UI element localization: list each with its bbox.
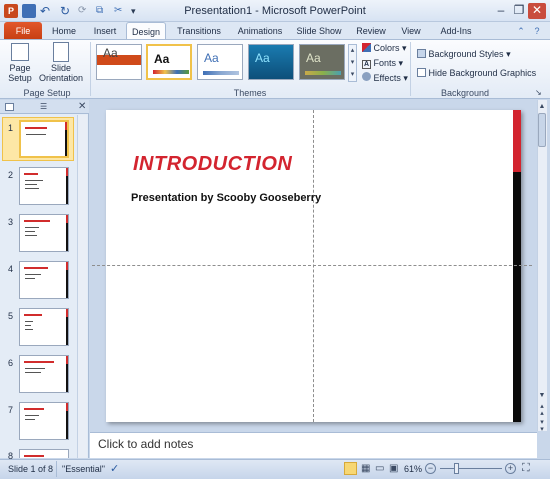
slides-tab-icon[interactable]: [5, 103, 14, 111]
slide-number: 5: [8, 311, 14, 321]
group-label-background: Background: [440, 88, 490, 98]
theme-thumb-3[interactable]: Aa: [197, 44, 243, 80]
slide-number: 1: [8, 123, 14, 133]
previous-slide-icon[interactable]: ▴ ▴: [538, 403, 546, 417]
slide-thumb[interactable]: [19, 167, 69, 205]
tab-slide-show[interactable]: Slide Show: [294, 22, 344, 40]
slide-subtitle[interactable]: Presentation by Scooby Gooseberry: [131, 192, 321, 204]
zoom-slider-track[interactable]: [440, 468, 502, 469]
next-slide-icon[interactable]: ▾ ▾: [538, 419, 546, 433]
minimize-ribbon-icon[interactable]: ⌃: [514, 22, 528, 40]
themes-gallery-scroll[interactable]: ▴ ▾ ▾: [348, 44, 357, 82]
fonts-icon: A: [362, 60, 371, 69]
slide-thumb[interactable]: [19, 355, 69, 393]
guide-vertical[interactable]: [313, 110, 314, 422]
slide-counter: Slide 1 of 8: [8, 464, 54, 474]
slide-number: 4: [8, 264, 14, 274]
tab-review[interactable]: Review: [354, 22, 388, 40]
tab-design[interactable]: Design: [126, 22, 166, 40]
dialog-launcher-icon[interactable]: ↘: [535, 88, 542, 97]
spelling-check-icon[interactable]: ✓: [110, 462, 119, 475]
tab-add-ins[interactable]: Add-Ins: [436, 22, 476, 40]
theme-thumb-4[interactable]: Aa: [248, 44, 294, 80]
notes-placeholder[interactable]: Click to add notes: [98, 437, 193, 451]
minimize-icon[interactable]: –: [492, 3, 510, 19]
theme-thumb-2-selected[interactable]: Aa: [146, 44, 192, 80]
slide-number: 7: [8, 405, 14, 415]
slide-thumb[interactable]: [19, 120, 69, 158]
tab-home[interactable]: Home: [48, 22, 80, 40]
ribbon-separator: [90, 42, 91, 96]
tab-view[interactable]: View: [396, 22, 426, 40]
page-setup-button[interactable]: Page Setup: [4, 41, 36, 83]
window-title: Presentation1 - Microsoft PowerPoint: [184, 5, 366, 17]
guide-horizontal[interactable]: [92, 265, 532, 266]
main-scrollbar[interactable]: [537, 100, 547, 431]
hide-background-graphics-checkbox[interactable]: Hide Background Graphics: [417, 67, 536, 80]
zoom-in-icon[interactable]: +: [505, 463, 516, 474]
slide-thumb[interactable]: [19, 402, 69, 440]
scroll-up-icon[interactable]: ▲: [538, 103, 546, 110]
slide-accent-black-bar: [513, 172, 521, 422]
close-icon[interactable]: ✕: [528, 3, 546, 19]
slide-thumb[interactable]: [19, 214, 69, 252]
status-separator: [56, 461, 57, 477]
theme-thumb-5[interactable]: Aa: [299, 44, 345, 80]
slide-orientation-icon: [53, 42, 69, 62]
help-icon[interactable]: ?: [530, 22, 544, 40]
slide-thumb[interactable]: [19, 308, 69, 346]
scroll-thumb[interactable]: [538, 113, 546, 147]
theme-thumb-1[interactable]: Aa: [96, 44, 142, 80]
reading-view-icon[interactable]: ▭: [375, 463, 384, 474]
slide-number: 6: [8, 358, 14, 368]
fonts-button[interactable]: A Fonts ▾: [362, 57, 403, 70]
outline-tab-icon[interactable]: ☰: [40, 102, 47, 111]
effects-icon: [362, 72, 371, 81]
tab-file[interactable]: File: [4, 22, 42, 40]
checkbox-icon: [417, 68, 426, 77]
effects-button[interactable]: Effects ▾: [362, 72, 408, 85]
scroll-down-icon[interactable]: ▼: [538, 392, 546, 399]
tab-animations[interactable]: Animations: [232, 22, 288, 40]
slides-panel-scrollbar[interactable]: [77, 115, 87, 458]
close-panel-icon[interactable]: ✕: [78, 101, 86, 112]
background-styles-icon: [417, 49, 426, 58]
slide-title[interactable]: INTRODUCTION: [133, 153, 292, 176]
slide-accent-red-bar: [513, 110, 521, 172]
slide-orientation-button[interactable]: Slide Orientation: [38, 41, 84, 83]
ribbon-separator: [410, 42, 411, 96]
slide-sorter-icon[interactable]: ▦: [361, 463, 370, 474]
tab-insert[interactable]: Insert: [88, 22, 122, 40]
slide-thumb[interactable]: [19, 261, 69, 299]
theme-name[interactable]: "Essential": [62, 464, 105, 474]
slide-number: 2: [8, 170, 14, 180]
colors-button[interactable]: Colors ▾: [362, 42, 407, 55]
colors-icon: [362, 43, 371, 52]
group-label-themes: Themes: [233, 88, 267, 98]
page-setup-label: Page Setup: [8, 63, 32, 83]
normal-view-icon[interactable]: [344, 462, 357, 475]
slide-show-icon[interactable]: ▣: [389, 463, 398, 474]
restore-icon[interactable]: ❐: [510, 3, 528, 19]
zoom-out-icon[interactable]: −: [425, 463, 436, 474]
zoom-slider-thumb[interactable]: [454, 463, 459, 474]
group-label-page-setup: Page Setup: [23, 88, 71, 98]
slide-thumb[interactable]: [19, 449, 69, 458]
background-styles-button[interactable]: Background Styles ▾: [417, 48, 511, 61]
page-setup-icon: [11, 43, 29, 61]
slide-number: 3: [8, 217, 14, 227]
zoom-level[interactable]: 61%: [404, 464, 422, 474]
fit-to-window-icon[interactable]: ⛶: [522, 462, 530, 475]
tab-transitions[interactable]: Transitions: [172, 22, 226, 40]
slide-orientation-label: Slide Orientation: [38, 63, 84, 83]
